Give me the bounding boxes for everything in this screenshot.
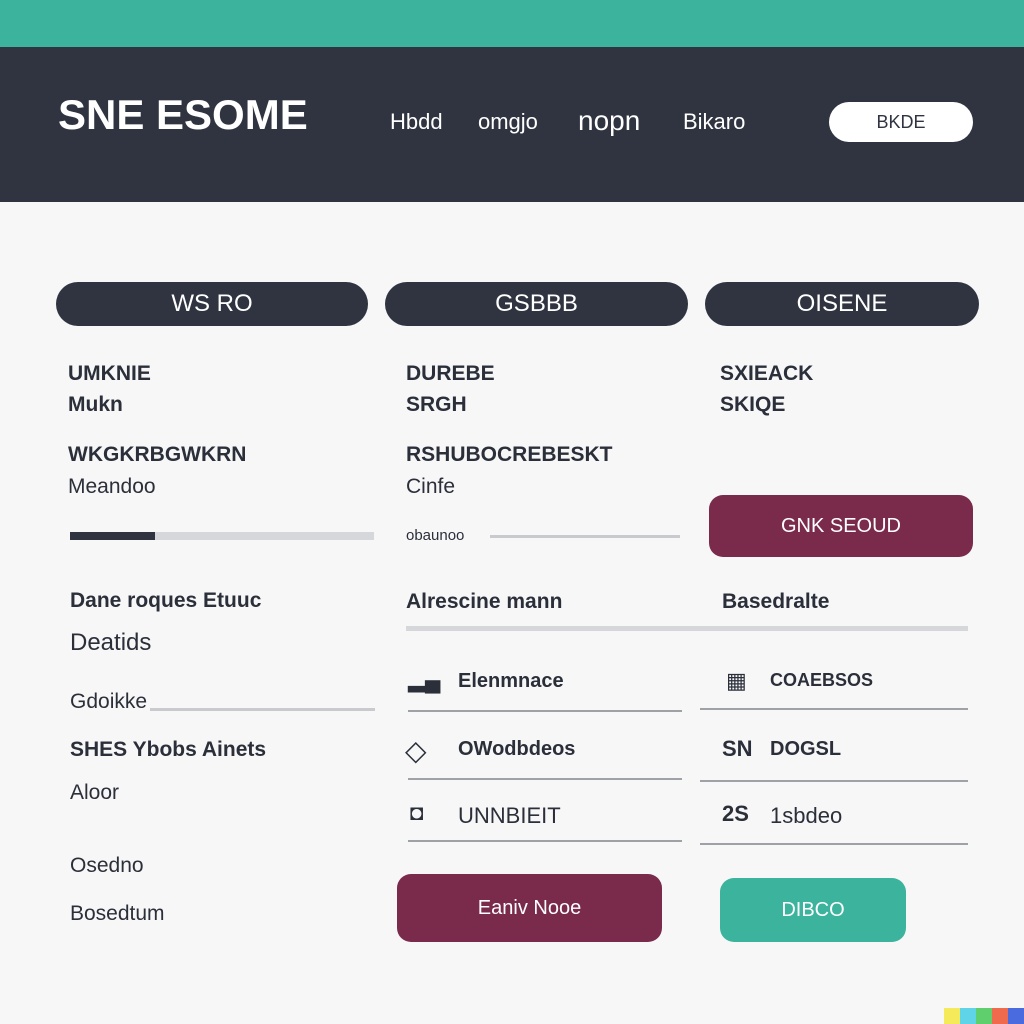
col2-row-1-label[interactable]: Elenmnace <box>458 670 564 693</box>
col1-field-label: Gdoikke <box>70 690 148 713</box>
col3-action-button[interactable]: DIBCO <box>720 878 906 942</box>
text-icon: SN <box>722 736 753 761</box>
site-logo[interactable]: SNE ESOME <box>58 91 308 139</box>
col2-section-divider <box>406 626 968 631</box>
shield-icon: ◘ <box>410 800 424 825</box>
col2-section-1: Alrescine mann <box>406 590 563 613</box>
col3-section-1: Basedralte <box>722 590 830 613</box>
nav-link-4[interactable]: Bikaro <box>683 109 745 135</box>
nav-link-3[interactable]: nopn <box>578 105 640 137</box>
swatch-3 <box>976 1008 992 1024</box>
site-header: SNE ESOME Hbdd omgjo nopn Bikaro BKDE <box>0 47 1024 202</box>
column-1-title[interactable]: WS RO <box>56 282 368 326</box>
col3-row-1-divider <box>700 708 968 710</box>
nav-link-2[interactable]: omgjo <box>478 109 538 135</box>
col3-top-button[interactable]: GNK SEOUD <box>709 495 973 557</box>
swatch-2 <box>960 1008 976 1024</box>
col3-row-3-divider <box>700 843 968 845</box>
calendar-icon: ▦ <box>726 668 747 693</box>
diamond-icon: ◇ <box>405 735 427 766</box>
col1-heading-2: WKGKRBGWKRN <box>68 443 247 466</box>
number-icon: 2S <box>722 801 749 826</box>
col1-progress-fill <box>70 532 156 540</box>
col2-row-1-divider <box>408 710 682 712</box>
col1-section-2b: Aloor <box>70 781 120 804</box>
col1-heading-1b: Mukn <box>68 393 123 416</box>
col2-progress-label: obaunoo <box>406 527 465 544</box>
col1-section-2: SHES Ybobs Ainets <box>70 738 267 761</box>
header-action-button[interactable]: BKDE <box>829 102 973 142</box>
col3-heading-1: SXIEACK <box>720 362 814 385</box>
col2-progress-line <box>490 535 680 538</box>
nav-link-1[interactable]: Hbdd <box>390 109 443 135</box>
col1-section-1: Dane roques Etuuc <box>70 589 262 612</box>
col3-heading-1b: SKIQE <box>720 393 786 416</box>
col2-heading-2b: Cinfe <box>406 475 456 498</box>
chart-icon: ▂▄ <box>408 667 441 692</box>
col1-heading-1: UMKNIE <box>68 362 151 385</box>
swatch-1 <box>944 1008 960 1024</box>
col1-footer-2: Bosedtum <box>70 902 165 925</box>
col2-row-3-divider <box>408 840 682 842</box>
column-2-title[interactable]: GSBBB <box>385 282 688 326</box>
col3-row-2-divider <box>700 780 968 782</box>
swatch-5 <box>1008 1008 1024 1024</box>
col3-row-1-label[interactable]: COAEBSOS <box>770 670 873 691</box>
col3-row-2-label[interactable]: DOGSL <box>770 738 841 761</box>
col1-footer-1: Osedno <box>70 854 144 877</box>
col1-heading-2b: Meandoo <box>68 475 156 498</box>
col2-row-3-label[interactable]: UNNBIEIT <box>458 803 561 829</box>
col2-row-2-label[interactable]: OWodbdeos <box>458 738 575 761</box>
col2-row-2-divider <box>408 778 682 780</box>
top-accent-strip <box>0 0 1024 47</box>
corner-color-swatches <box>944 1008 1024 1024</box>
column-3-title[interactable]: OISENE <box>705 282 979 326</box>
col1-field-underline[interactable] <box>150 708 375 711</box>
col2-action-button[interactable]: Eaniv Nooe <box>397 874 662 942</box>
col2-heading-2: RSHUBOCREBESKT <box>406 443 613 466</box>
col2-heading-1b: SRGH <box>406 393 467 416</box>
col3-row-3-label[interactable]: 1sbdeo <box>770 803 842 829</box>
col2-heading-1: DUREBE <box>406 362 495 385</box>
swatch-4 <box>992 1008 1008 1024</box>
col1-section-1b: Deatids <box>70 629 152 656</box>
col1-progress-bar <box>70 532 374 540</box>
